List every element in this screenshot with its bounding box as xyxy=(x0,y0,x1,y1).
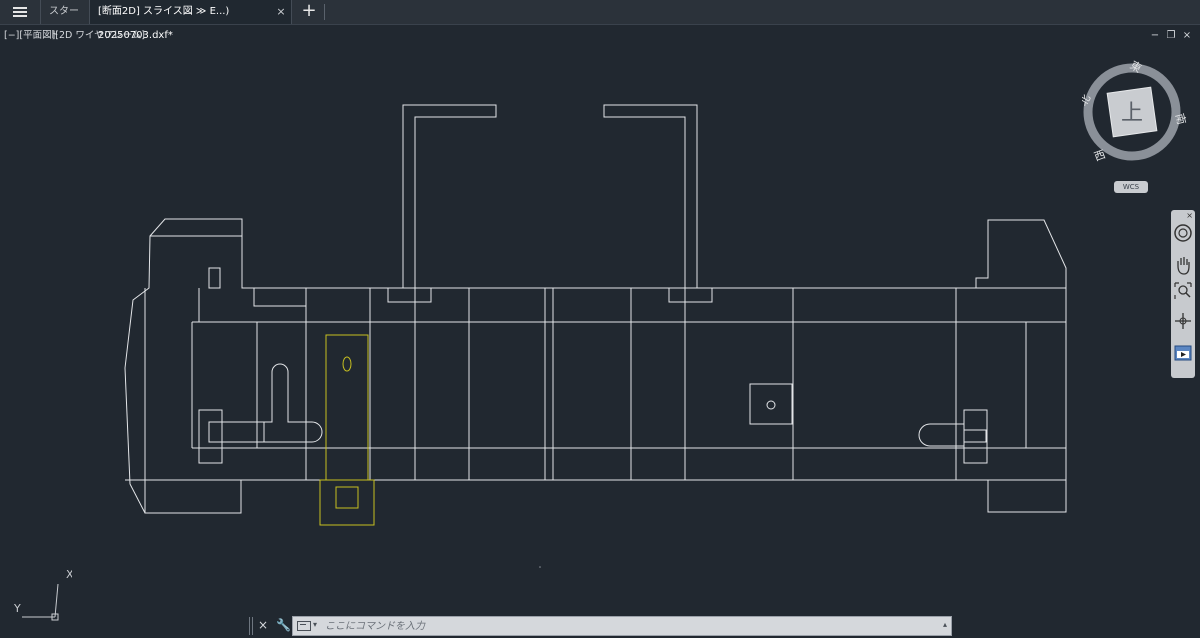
navigation-bar: × xyxy=(1171,210,1195,378)
drawing-canvas[interactable] xyxy=(0,0,1200,638)
steering-wheel-icon[interactable] xyxy=(1172,222,1194,244)
orbit-icon[interactable] xyxy=(1172,310,1194,332)
navbar-close-icon[interactable]: × xyxy=(1186,211,1193,220)
compass-south-label[interactable]: 南 xyxy=(1173,112,1188,126)
command-dropdown-chevron-icon[interactable]: ▾ xyxy=(313,620,317,629)
command-line[interactable]: ▾ ▴ xyxy=(292,616,952,636)
ucs-icon: X Y xyxy=(13,568,72,621)
viewcube-face-label: 上 xyxy=(1121,101,1143,126)
viewcube[interactable]: 上 東 北 南 西 xyxy=(1077,58,1190,166)
command-customize-wrench-icon[interactable]: 🔧 xyxy=(276,618,291,632)
highlighted-geometry xyxy=(319,334,375,526)
stray-point xyxy=(539,566,541,568)
pan-icon[interactable] xyxy=(1172,254,1194,276)
command-history-up-icon[interactable]: ▴ xyxy=(943,620,947,629)
ucs-y-label: Y xyxy=(13,602,21,615)
wcs-menu-button[interactable]: WCS xyxy=(1114,181,1148,193)
command-input[interactable] xyxy=(325,618,925,634)
ucs-x-label: X xyxy=(66,568,72,581)
zoom-extents-icon[interactable] xyxy=(1172,280,1194,302)
command-close-icon[interactable]: × xyxy=(258,618,268,632)
section-geometry xyxy=(124,104,1067,514)
command-history-icon[interactable] xyxy=(297,621,311,631)
command-line-grip[interactable] xyxy=(248,617,254,635)
showmotion-icon[interactable] xyxy=(1172,342,1194,364)
